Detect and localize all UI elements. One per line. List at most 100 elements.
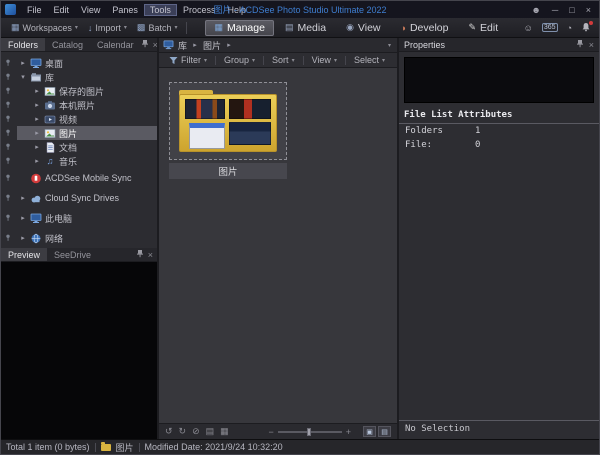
- tab-seedrive[interactable]: SeeDrive: [47, 248, 98, 261]
- quick-pin-icon[interactable]: [5, 73, 17, 81]
- expand-arrow-icon[interactable]: ▸: [33, 101, 41, 109]
- file-list-pane: 库 ▸ 图片 ▸ ▾ Filter ▾ Group ▾ S: [159, 38, 397, 439]
- zoom-slider-thumb[interactable]: [307, 428, 311, 436]
- document-icon: [44, 142, 56, 153]
- tree-item-cloud-sync-drives[interactable]: ▸ Cloud Sync Drives: [1, 188, 157, 208]
- thumbnail-view-button[interactable]: ▣: [363, 426, 376, 437]
- people-icon[interactable]: ☺: [524, 23, 533, 33]
- mode-manage-button[interactable]: ▦ Manage: [205, 20, 273, 36]
- menu-file[interactable]: File: [21, 4, 48, 16]
- rotate-left-icon[interactable]: ↺: [165, 426, 173, 437]
- no-selection-status: No Selection: [399, 420, 599, 439]
- breadcrumb-separator-icon[interactable]: ▸: [225, 41, 233, 49]
- maximize-button[interactable]: □: [569, 5, 574, 15]
- compare-icon[interactable]: ▦: [220, 426, 229, 437]
- menu-panes[interactable]: Panes: [106, 4, 144, 16]
- collapse-arrow-icon[interactable]: ▾: [19, 73, 27, 81]
- pin-icon[interactable]: [141, 39, 149, 50]
- zoom-out-icon[interactable]: −: [268, 427, 273, 437]
- tree-item-camera-roll[interactable]: ▸ 本机照片: [1, 98, 157, 112]
- expand-arrow-icon[interactable]: ▸: [33, 143, 41, 151]
- window-title: 图片 - ACDSee Photo Studio Ultimate 2022: [213, 3, 386, 16]
- sort-dropdown[interactable]: Sort ▾: [268, 55, 299, 65]
- pin-icon[interactable]: [136, 249, 144, 260]
- tree-item-label: 此电脑: [45, 212, 72, 225]
- menu-view[interactable]: View: [75, 4, 106, 16]
- panel-close-icon[interactable]: ×: [148, 250, 153, 260]
- tree-item-libraries[interactable]: ▾ 库: [1, 70, 157, 84]
- breadcrumb-segment-libraries[interactable]: 库: [177, 39, 188, 52]
- zoom-control: − +: [268, 427, 351, 437]
- tree-item-this-pc[interactable]: ▸ 此电脑: [1, 208, 157, 228]
- tree-item-music[interactable]: ▸ ♫ 音乐: [1, 154, 157, 168]
- zoom-in-icon[interactable]: +: [346, 427, 351, 437]
- panel-close-icon[interactable]: ×: [589, 40, 594, 50]
- account-icon[interactable]: ☻: [531, 5, 540, 15]
- acdsee-365-icon[interactable]: 365: [542, 23, 558, 32]
- breadcrumb-root-icon[interactable]: [163, 40, 174, 50]
- tab-catalog[interactable]: Catalog: [45, 38, 90, 51]
- quick-pin-icon[interactable]: [5, 115, 17, 123]
- quick-pin-icon[interactable]: [5, 194, 17, 202]
- minimize-button[interactable]: ─: [552, 5, 558, 15]
- quick-pin-icon[interactable]: [5, 101, 17, 109]
- mode-edit-button[interactable]: ✎ Edit: [459, 20, 507, 36]
- quick-pin-icon[interactable]: [5, 87, 17, 95]
- quick-pin-icon[interactable]: [5, 143, 17, 151]
- filter-dropdown[interactable]: Filter ▾: [165, 55, 211, 65]
- tree-item-videos[interactable]: ▸ 视频: [1, 112, 157, 126]
- expand-arrow-icon[interactable]: ▸: [33, 115, 41, 123]
- mode-view-button[interactable]: ◉ View: [337, 20, 389, 36]
- batch-button[interactable]: ▩ Batch ▾: [132, 20, 183, 35]
- tab-calendar[interactable]: Calendar: [90, 38, 141, 51]
- tree-item-documents[interactable]: ▸ 文档: [1, 140, 157, 154]
- tree-item-mobile-sync[interactable]: ACDSee Mobile Sync: [1, 168, 157, 188]
- tree-item-label: 文档: [59, 141, 77, 154]
- workspaces-button[interactable]: ▦ Workspaces ▾: [6, 20, 83, 35]
- tag-icon[interactable]: ▤: [206, 426, 215, 437]
- pin-icon[interactable]: [576, 39, 584, 50]
- breadcrumb-segment-pictures[interactable]: 图片: [202, 39, 222, 52]
- view-dropdown[interactable]: View ▾: [308, 55, 341, 65]
- file-list: 图片: [159, 68, 397, 423]
- quick-pin-icon[interactable]: [5, 214, 17, 222]
- tab-folders[interactable]: Folders: [1, 38, 45, 51]
- tree-item-network[interactable]: ▸ 网络: [1, 228, 157, 248]
- group-dropdown[interactable]: Group ▾: [220, 55, 259, 65]
- tree-item-desktop[interactable]: ▸ 桌面: [1, 56, 157, 70]
- tab-preview[interactable]: Preview: [1, 248, 47, 261]
- expand-arrow-icon[interactable]: ▸: [33, 129, 41, 137]
- notifications-bell-icon[interactable]: [581, 22, 591, 34]
- menu-tools[interactable]: Tools: [144, 4, 177, 16]
- mode-media-button[interactable]: ▤ Media: [276, 20, 335, 36]
- expand-arrow-icon[interactable]: ▸: [19, 214, 27, 222]
- main-area: Folders Catalog Calendar × ▸ 桌面: [1, 38, 599, 439]
- expand-arrow-icon[interactable]: ▸: [19, 194, 27, 202]
- expand-arrow-icon[interactable]: ▸: [19, 59, 27, 67]
- rotate-right-icon[interactable]: ↻: [179, 426, 187, 437]
- quick-pin-icon[interactable]: [5, 59, 17, 67]
- breadcrumb-separator-icon[interactable]: ▸: [191, 41, 199, 49]
- quick-pin-icon[interactable]: [5, 174, 17, 182]
- menu-edit[interactable]: Edit: [48, 4, 76, 16]
- tree-item-pictures[interactable]: ▸ 图片: [1, 126, 157, 140]
- zoom-slider[interactable]: [278, 427, 342, 437]
- import-icon: ↓: [88, 23, 93, 33]
- dashboard-icon[interactable]: ◔: [567, 23, 572, 33]
- breadcrumb-history-chevron-icon[interactable]: ▾: [388, 42, 393, 49]
- quick-pin-icon[interactable]: [5, 157, 17, 165]
- delete-icon[interactable]: ⊘: [192, 426, 200, 437]
- tree-item-saved-pictures[interactable]: ▸ 保存的图片: [1, 84, 157, 98]
- expand-arrow-icon[interactable]: ▸: [33, 87, 41, 95]
- mode-develop-button[interactable]: ◑ Develop: [392, 20, 458, 36]
- select-dropdown[interactable]: Select ▾: [350, 55, 389, 65]
- quick-pin-icon[interactable]: [5, 129, 17, 137]
- quick-pin-icon[interactable]: [5, 234, 17, 242]
- expand-arrow-icon[interactable]: ▸: [33, 157, 41, 165]
- close-button[interactable]: ×: [586, 5, 591, 15]
- folder-item[interactable]: 图片: [169, 82, 287, 179]
- expand-arrow-icon[interactable]: ▸: [19, 234, 27, 242]
- import-button[interactable]: ↓ Import ▾: [83, 21, 132, 35]
- pictures-icon: [44, 128, 56, 139]
- detail-view-button[interactable]: ▤: [378, 426, 391, 437]
